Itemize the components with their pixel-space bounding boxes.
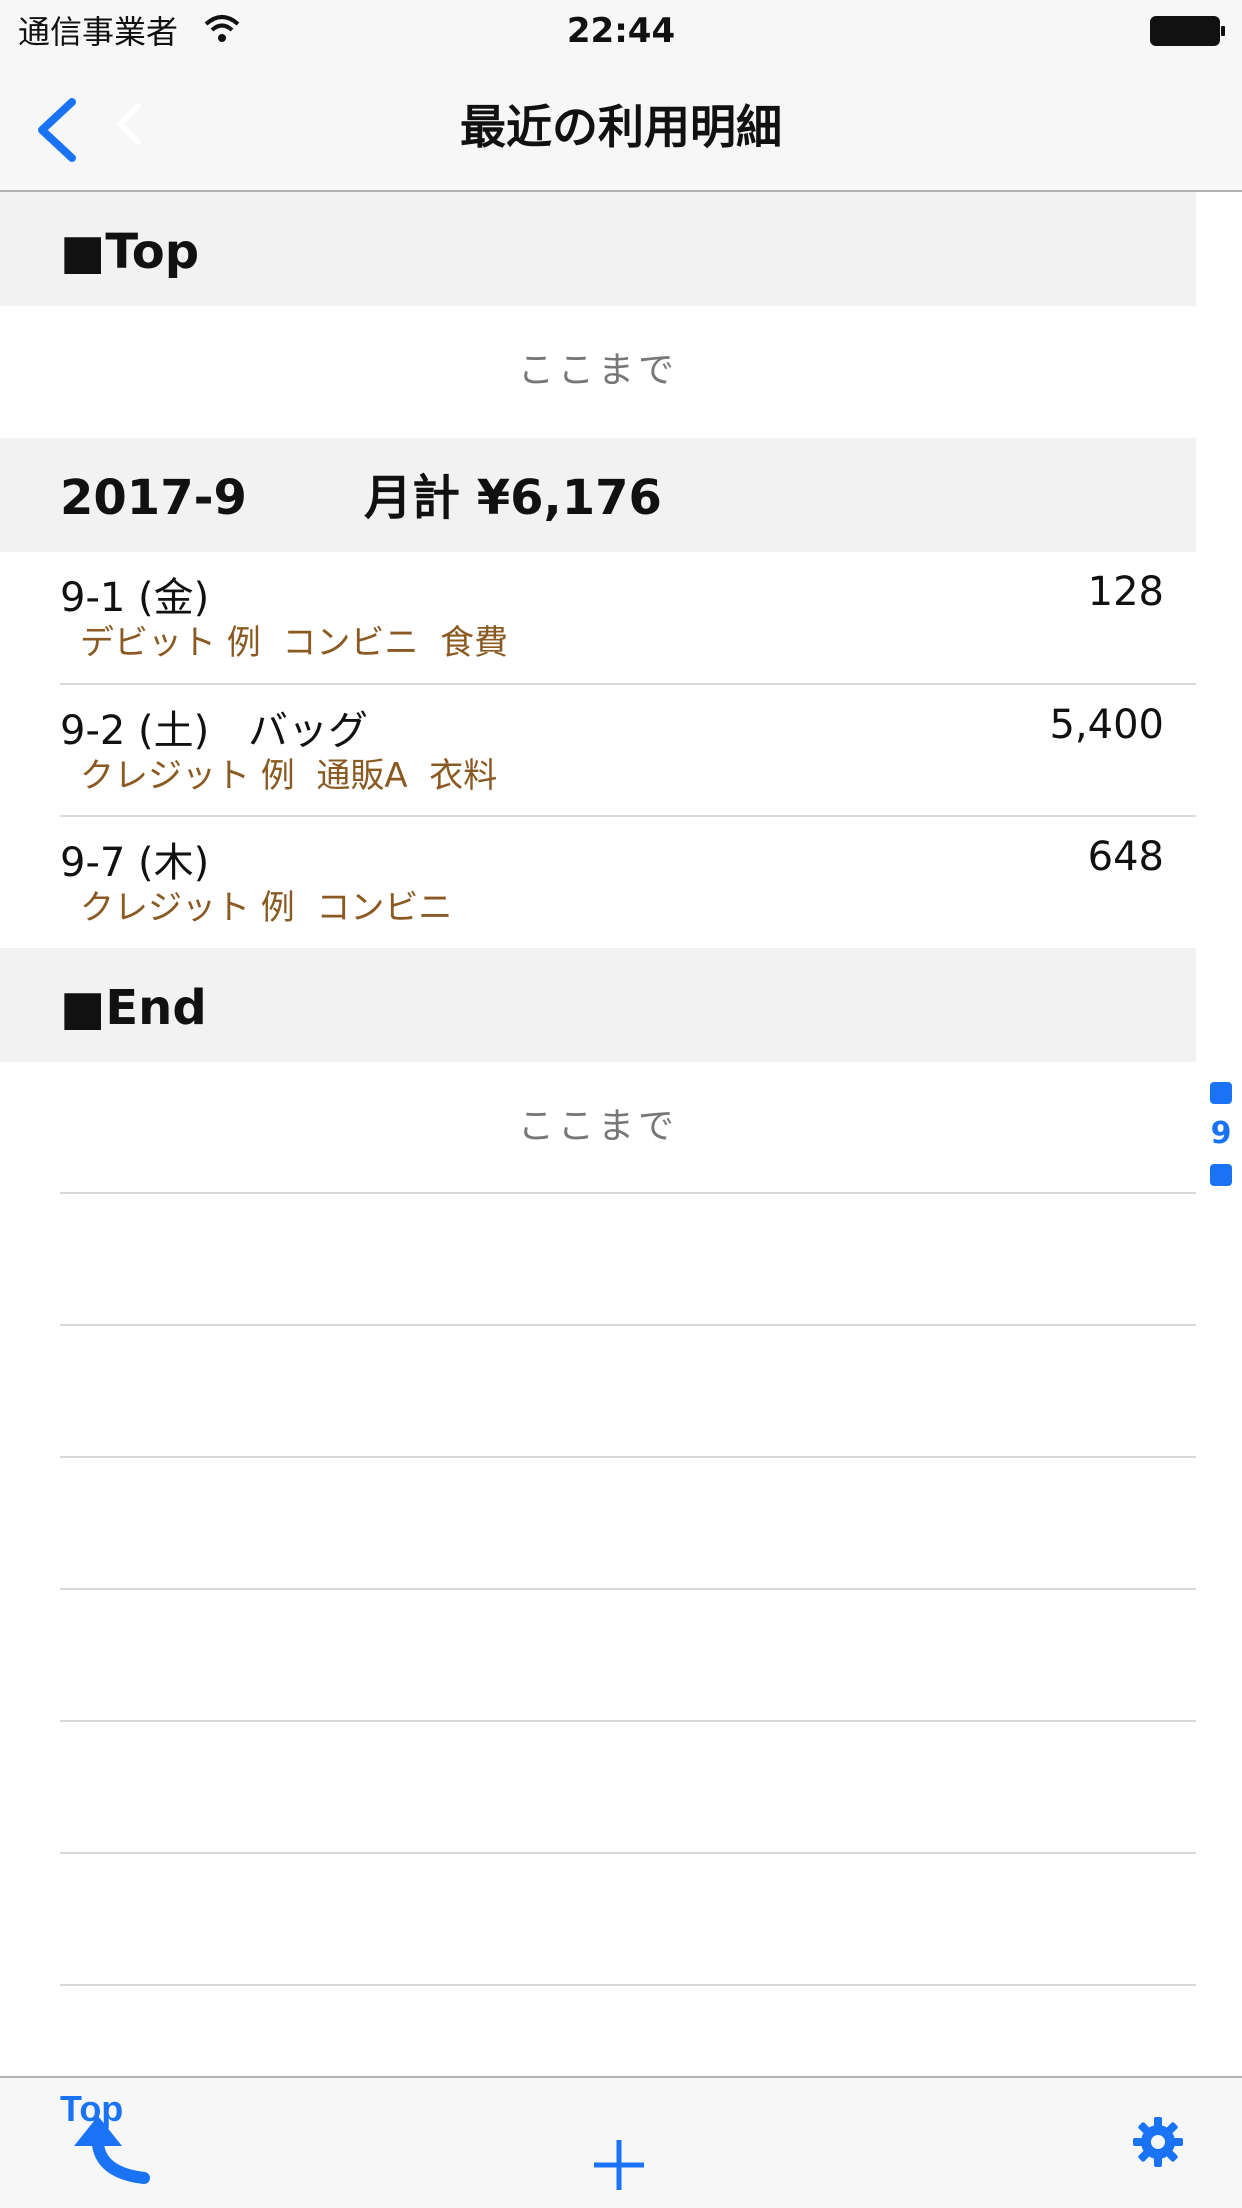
row-divider bbox=[60, 1984, 1196, 1986]
list-item[interactable]: 9-1 (金) 128 デビット 例 コンビニ 食費 bbox=[0, 552, 1196, 684]
entry-amount: 5,400 bbox=[1049, 702, 1164, 748]
list-item[interactable]: 9-7 (木) 648 クレジット 例 コンビニ bbox=[0, 817, 1196, 949]
index-month-marker[interactable]: 9 bbox=[1206, 1114, 1236, 1154]
row-divider bbox=[60, 1852, 1196, 1854]
top-end-text: ここまで bbox=[517, 350, 678, 391]
battery-icon bbox=[1150, 16, 1225, 46]
status-time: 22:44 bbox=[566, 11, 676, 51]
index-top-marker[interactable] bbox=[1210, 1082, 1232, 1104]
section-end-label: ■End bbox=[60, 980, 207, 1036]
row-divider bbox=[60, 1456, 1196, 1458]
end-end-text: ここまで bbox=[517, 1106, 678, 1147]
entry-date: 9-1 (金) bbox=[60, 575, 210, 621]
gear-icon[interactable] bbox=[1132, 2116, 1184, 2168]
page-title: 最近の利用明細 bbox=[460, 100, 782, 154]
section-header-end: ■End bbox=[0, 948, 1196, 1062]
entry-amount: 648 bbox=[1087, 834, 1164, 880]
row-divider bbox=[60, 1588, 1196, 1590]
entry-date: 9-7 (木) bbox=[60, 840, 210, 886]
entry-detail: デビット 例 コンビニ 食費 bbox=[80, 623, 509, 663]
entry-detail: クレジット 例 通販A 衣料 bbox=[80, 756, 498, 796]
entry-date: 9-2 (土) bbox=[60, 708, 210, 754]
month-label: 2017-9 bbox=[60, 470, 247, 526]
section-header-top: ■Top bbox=[0, 192, 1196, 306]
scroll-to-top-arrow-icon[interactable] bbox=[58, 2094, 154, 2190]
entry-amount: 128 bbox=[1087, 569, 1164, 615]
section-header-month: 2017-9 月計 ¥6,176 bbox=[0, 438, 1196, 552]
top-end-row: ここまで bbox=[0, 306, 1196, 438]
section-top-label: ■Top bbox=[60, 224, 200, 280]
row-divider bbox=[60, 1192, 1196, 1194]
end-end-row: ここまで bbox=[0, 1062, 1196, 1192]
entry-detail: クレジット 例 コンビニ bbox=[80, 888, 453, 928]
entry-memo: バッグ bbox=[248, 708, 368, 754]
month-total: 月計 ¥6,176 bbox=[364, 470, 662, 526]
list-item[interactable]: 9-2 (土) バッグ 5,400 クレジット 例 通販A 衣料 bbox=[0, 685, 1196, 817]
index-end-marker[interactable] bbox=[1210, 1164, 1232, 1186]
row-divider bbox=[60, 1324, 1196, 1326]
row-divider bbox=[60, 1720, 1196, 1722]
add-icon[interactable] bbox=[590, 2136, 648, 2194]
